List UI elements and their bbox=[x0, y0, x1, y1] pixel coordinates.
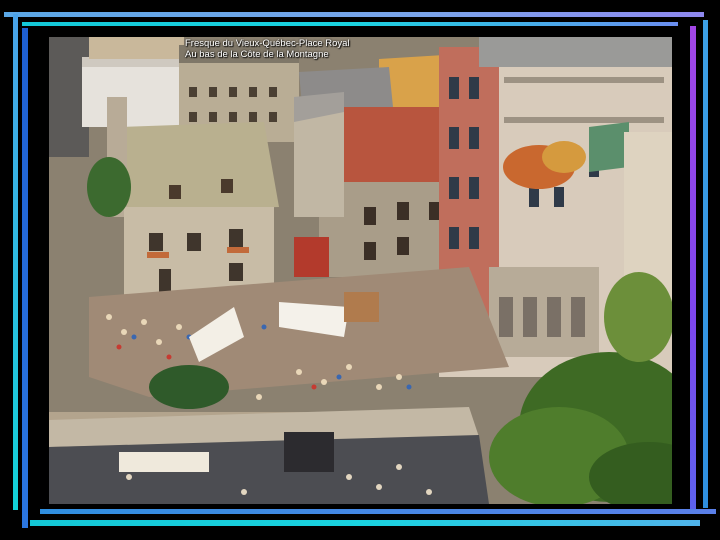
frame-bar-left-outer bbox=[13, 14, 18, 510]
frame-bar-bottom-outer bbox=[30, 520, 700, 526]
frame-bar-right-outer bbox=[703, 20, 708, 508]
photo-caption-line-1: Fresque du Vieux-Québec-Place Royal bbox=[185, 38, 350, 49]
frame-bar-left-inner bbox=[22, 28, 28, 528]
photo-illustration bbox=[49, 37, 672, 504]
frame-bar-top-inner bbox=[22, 22, 678, 26]
slide-photo: Fresque du Vieux-Québec-Place Royal Au b… bbox=[49, 37, 672, 504]
frame-bar-top-outer bbox=[4, 12, 704, 17]
frame-bar-bottom-inner bbox=[40, 509, 716, 514]
photo-caption-line-2: Au bas de la Côte de la Montagne bbox=[185, 49, 329, 60]
frame-bar-right-inner bbox=[690, 26, 696, 512]
